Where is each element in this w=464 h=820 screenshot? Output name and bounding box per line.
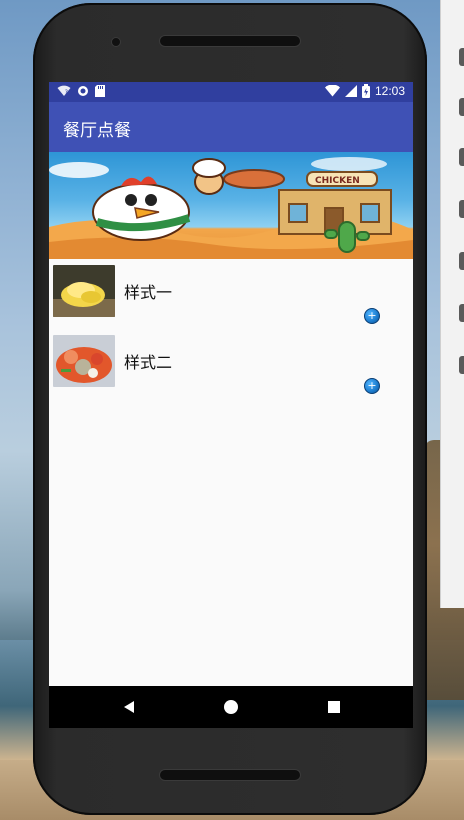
battery-charging-icon bbox=[361, 84, 370, 98]
add-item-button[interactable]: + bbox=[364, 378, 380, 394]
toolbar-icon[interactable] bbox=[459, 98, 464, 116]
menu-item-label: 样式二 bbox=[124, 353, 173, 372]
app-title: 餐厅点餐 bbox=[63, 121, 131, 141]
svg-text:?: ? bbox=[65, 89, 68, 96]
front-camera bbox=[111, 37, 121, 47]
home-circle-icon bbox=[224, 700, 238, 714]
list-item[interactable]: 样式二 + bbox=[49, 329, 413, 399]
navigation-bar bbox=[49, 686, 413, 728]
back-triangle-icon bbox=[124, 701, 134, 713]
add-item-button[interactable]: + bbox=[364, 308, 380, 324]
bottom-speaker bbox=[159, 769, 301, 781]
banner-sign-text: CHICKEN bbox=[315, 176, 360, 186]
menu-list: 样式一 + 样式二 + bbox=[49, 259, 413, 399]
toolbar-icon[interactable] bbox=[459, 200, 464, 218]
toolbar-icon[interactable] bbox=[459, 356, 464, 374]
food-thumbnail-1 bbox=[53, 265, 115, 317]
toolbar-icon[interactable] bbox=[459, 304, 464, 322]
emulator-side-toolbar bbox=[440, 0, 464, 608]
sync-icon bbox=[77, 85, 89, 97]
signal-icon bbox=[344, 85, 357, 97]
food-thumbnail-2 bbox=[53, 335, 115, 387]
status-time: 12:03 bbox=[374, 84, 405, 98]
toolbar-icon[interactable] bbox=[459, 148, 464, 166]
list-item[interactable]: 样式一 + bbox=[49, 259, 413, 329]
menu-item-label: 样式一 bbox=[124, 283, 173, 302]
restaurant-banner-image: CHICKEN bbox=[49, 152, 413, 259]
sdcard-icon bbox=[95, 85, 105, 97]
home-button[interactable] bbox=[223, 699, 239, 715]
wifi-icon bbox=[324, 85, 340, 97]
recents-button[interactable] bbox=[326, 699, 342, 715]
back-button[interactable] bbox=[121, 699, 137, 715]
toolbar-icon[interactable] bbox=[459, 252, 464, 270]
wifi-question-icon: ? bbox=[57, 85, 71, 97]
app-bar: 餐厅点餐 bbox=[49, 102, 413, 152]
recents-square-icon bbox=[328, 701, 340, 713]
top-speaker bbox=[159, 35, 301, 47]
toolbar-icon[interactable] bbox=[459, 48, 464, 66]
status-bar: ? 12:03 bbox=[49, 82, 413, 102]
phone-screen: ? 12:03 餐厅点餐 CHICKEN 样式一 + 样式二 + bbox=[49, 82, 413, 728]
